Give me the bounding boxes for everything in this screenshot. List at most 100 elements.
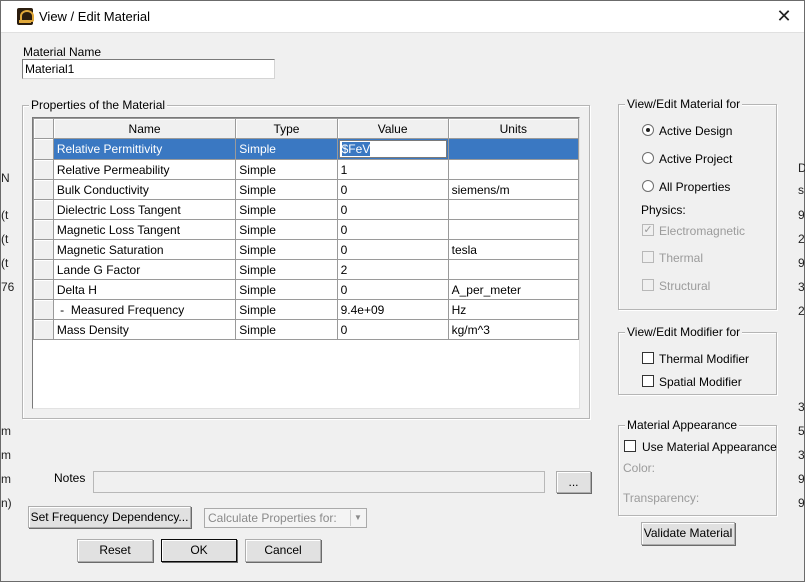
active-design-radio[interactable] bbox=[642, 124, 654, 136]
property-type[interactable]: Simple bbox=[235, 159, 338, 180]
property-value[interactable]: 0 bbox=[336, 219, 449, 240]
property-units[interactable]: kg/m^3 bbox=[447, 319, 579, 340]
properties-grid[interactable]: Name Type Value Units Relative Permittiv… bbox=[32, 117, 580, 409]
property-units[interactable] bbox=[447, 159, 579, 180]
property-units[interactable] bbox=[447, 138, 579, 160]
property-name[interactable]: Magnetic Saturation bbox=[52, 239, 237, 260]
property-name[interactable]: Relative Permittivity bbox=[52, 138, 237, 160]
active-project-radio[interactable] bbox=[642, 152, 654, 164]
background-text: N bbox=[1, 171, 10, 185]
property-type[interactable]: Simple bbox=[235, 219, 338, 240]
property-value[interactable]: 0 bbox=[336, 179, 449, 200]
table-row[interactable]: Delta H Simple 0 A_per_meter bbox=[33, 279, 579, 300]
property-value[interactable]: 0 bbox=[336, 199, 449, 220]
close-icon[interactable]: ✕ bbox=[765, 1, 803, 32]
table-row[interactable]: Bulk Conductivity Simple 0 siemens/m bbox=[33, 179, 579, 200]
row-header[interactable] bbox=[33, 299, 54, 320]
property-type[interactable]: Simple bbox=[235, 199, 338, 220]
property-type[interactable]: Simple bbox=[235, 138, 338, 160]
title-bar[interactable]: View / Edit Material ✕ bbox=[1, 1, 804, 33]
use-appearance-label[interactable]: Use Material Appearance bbox=[642, 440, 777, 454]
property-units[interactable]: A_per_meter bbox=[447, 279, 579, 300]
table-row[interactable]: Mass Density Simple 0 kg/m^3 bbox=[33, 319, 579, 340]
row-header[interactable] bbox=[33, 159, 54, 180]
row-header[interactable] bbox=[33, 219, 54, 240]
property-value-cell[interactable]: $FeV bbox=[336, 138, 449, 160]
property-value-editor[interactable]: $FeV bbox=[338, 140, 447, 158]
row-header[interactable] bbox=[33, 259, 54, 280]
table-row[interactable]: - Measured Frequency Simple 9.4e+09 Hz bbox=[33, 299, 579, 320]
property-type[interactable]: Simple bbox=[235, 239, 338, 260]
property-name[interactable]: Delta H bbox=[52, 279, 237, 300]
set-frequency-dependency-button[interactable]: Set Frequency Dependency... bbox=[28, 506, 191, 528]
property-value[interactable]: 0 bbox=[336, 279, 449, 300]
column-header-name[interactable]: Name bbox=[52, 118, 237, 139]
spatial-modifier-label[interactable]: Spatial Modifier bbox=[659, 375, 742, 389]
property-units[interactable] bbox=[447, 219, 579, 240]
table-row[interactable]: Relative Permittivity Simple $FeV bbox=[33, 138, 579, 160]
notes-field[interactable] bbox=[93, 471, 545, 493]
table-row[interactable]: Lande G Factor Simple 2 bbox=[33, 259, 579, 280]
electromagnetic-checkbox[interactable]: ✓ bbox=[642, 224, 654, 236]
material-name-input[interactable]: Material1 bbox=[22, 59, 275, 79]
thermal-modifier-label[interactable]: Thermal Modifier bbox=[659, 352, 749, 366]
use-appearance-checkbox[interactable] bbox=[624, 440, 636, 452]
property-type[interactable]: Simple bbox=[235, 259, 338, 280]
property-type[interactable]: Simple bbox=[235, 319, 338, 340]
window-title: View / Edit Material bbox=[39, 9, 151, 24]
column-header-units[interactable]: Units bbox=[447, 118, 579, 139]
row-header[interactable] bbox=[33, 279, 54, 300]
property-units[interactable]: Hz bbox=[447, 299, 579, 320]
property-value[interactable]: 9.4e+09 bbox=[336, 299, 449, 320]
structural-checkbox[interactable] bbox=[642, 279, 654, 291]
table-row[interactable]: Relative Permeability Simple 1 bbox=[33, 159, 579, 180]
background-text: (t bbox=[1, 232, 9, 246]
property-name[interactable]: Bulk Conductivity bbox=[52, 179, 237, 200]
row-header[interactable] bbox=[33, 319, 54, 340]
property-value[interactable]: 1 bbox=[336, 159, 449, 180]
notes-browse-button[interactable]: ... bbox=[556, 471, 591, 493]
property-value[interactable]: 0 bbox=[336, 239, 449, 260]
column-header-type[interactable]: Type bbox=[235, 118, 338, 139]
table-header-row: Name Type Value Units bbox=[33, 118, 579, 139]
row-header[interactable] bbox=[33, 199, 54, 220]
reset-button[interactable]: Reset bbox=[77, 539, 153, 562]
property-name[interactable]: Relative Permeability bbox=[52, 159, 237, 180]
background-text: m bbox=[1, 424, 11, 438]
property-units[interactable]: tesla bbox=[447, 239, 579, 260]
chevron-down-icon[interactable]: ▼ bbox=[350, 510, 365, 526]
table-row[interactable]: Magnetic Loss Tangent Simple 0 bbox=[33, 219, 579, 240]
row-header[interactable] bbox=[33, 239, 54, 260]
property-units[interactable] bbox=[447, 199, 579, 220]
active-design-label[interactable]: Active Design bbox=[659, 124, 732, 138]
table-row[interactable]: Dielectric Loss Tangent Simple 0 bbox=[33, 199, 579, 220]
all-properties-label[interactable]: All Properties bbox=[659, 180, 730, 194]
table-row[interactable]: Magnetic Saturation Simple 0 tesla bbox=[33, 239, 579, 260]
calculate-properties-dropdown[interactable]: Calculate Properties for: ▼ bbox=[204, 508, 367, 528]
property-value[interactable]: 2 bbox=[336, 259, 449, 280]
property-units[interactable] bbox=[447, 259, 579, 280]
property-name[interactable]: Magnetic Loss Tangent bbox=[52, 219, 237, 240]
thermal-modifier-checkbox[interactable] bbox=[642, 352, 654, 364]
background-text: (t bbox=[1, 208, 9, 222]
all-properties-radio[interactable] bbox=[642, 180, 654, 192]
row-header[interactable] bbox=[33, 179, 54, 200]
property-units[interactable]: siemens/m bbox=[447, 179, 579, 200]
column-header-value[interactable]: Value bbox=[336, 118, 449, 139]
property-name[interactable]: Dielectric Loss Tangent bbox=[52, 199, 237, 220]
property-value[interactable]: 0 bbox=[336, 319, 449, 340]
property-name[interactable]: Lande G Factor bbox=[52, 259, 237, 280]
spatial-modifier-checkbox[interactable] bbox=[642, 375, 654, 387]
property-type[interactable]: Simple bbox=[235, 299, 338, 320]
property-type[interactable]: Simple bbox=[235, 279, 338, 300]
thermal-checkbox[interactable] bbox=[642, 251, 654, 263]
background-text: 9 bbox=[798, 208, 805, 222]
property-name[interactable]: - Measured Frequency bbox=[52, 299, 237, 320]
ok-button[interactable]: OK bbox=[161, 539, 237, 562]
property-type[interactable]: Simple bbox=[235, 179, 338, 200]
active-project-label[interactable]: Active Project bbox=[659, 152, 732, 166]
validate-material-button[interactable]: Validate Material bbox=[641, 522, 735, 545]
property-name[interactable]: Mass Density bbox=[52, 319, 237, 340]
cancel-button[interactable]: Cancel bbox=[245, 539, 321, 562]
row-header[interactable] bbox=[33, 138, 54, 160]
